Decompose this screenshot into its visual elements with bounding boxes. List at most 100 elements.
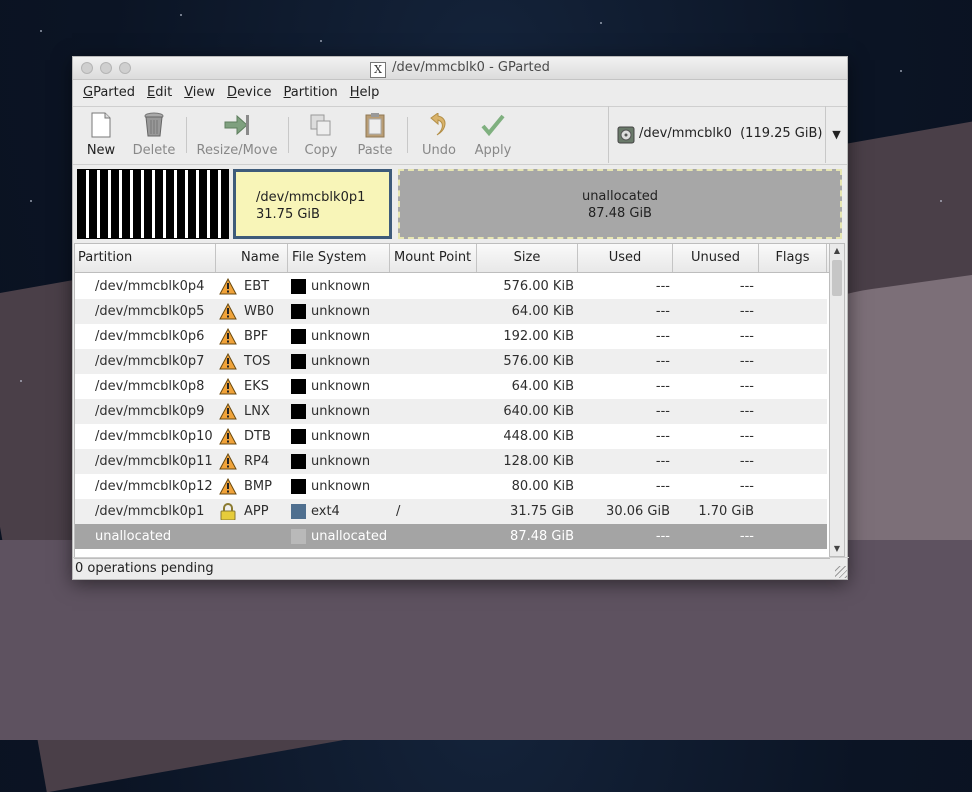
unallocated-block-name: unallocated xyxy=(581,189,659,204)
cell-size: 128.00 KiB xyxy=(503,454,574,469)
delete-button[interactable]: Delete xyxy=(129,111,179,158)
cell-partition: /dev/mmcblk0p1 xyxy=(95,504,205,519)
checkmark-icon xyxy=(471,111,515,139)
menu-bar: GParted Edit View Device Partition Help xyxy=(73,80,847,107)
status-text: 0 operations pending xyxy=(75,561,214,576)
col-flags[interactable]: Flags xyxy=(759,244,827,272)
cell-name: WB0 xyxy=(244,304,275,319)
col-mountpoint[interactable]: Mount Point xyxy=(390,244,477,272)
small-partitions-block[interactable] xyxy=(77,169,229,239)
col-filesystem[interactable]: File System xyxy=(288,244,390,272)
menu-partition[interactable]: Partition xyxy=(278,80,344,106)
cell-unused: --- xyxy=(739,279,754,294)
menu-view[interactable]: View xyxy=(178,80,221,106)
scroll-down-arrow-icon[interactable]: ▼ xyxy=(830,542,844,556)
undo-button[interactable]: Undo xyxy=(419,111,459,158)
filesystem-color-swatch xyxy=(291,429,306,444)
device-selector[interactable]: /dev/mmcblk0 (119.25 GiB) ▼ xyxy=(608,106,847,163)
cell-size: 64.00 KiB xyxy=(511,304,574,319)
table-row[interactable]: /dev/mmcblk0p5 WB0 unknown 64.00 KiB --- --- xyxy=(75,299,827,324)
col-used[interactable]: Used xyxy=(578,244,673,272)
table-row-selected[interactable]: unallocated unallocated 87.48 GiB --- --- xyxy=(75,524,827,549)
cell-filesystem: unknown xyxy=(311,404,371,419)
table-row[interactable]: /dev/mmcblk0p8 EKS unknown 64.00 KiB --- --- xyxy=(75,374,827,399)
cell-filesystem: unknown xyxy=(311,429,371,444)
cell-used: --- xyxy=(655,479,670,494)
minimize-window-button[interactable] xyxy=(100,62,112,74)
table-row[interactable]: /dev/mmcblk0p6 BPF unknown 192.00 KiB --- --- xyxy=(75,324,827,349)
cell-used: --- xyxy=(655,354,670,369)
cell-unused: --- xyxy=(739,529,754,544)
cell-partition: /dev/mmcblk0p12 xyxy=(95,479,213,494)
cell-filesystem: unknown xyxy=(311,454,371,469)
new-button[interactable]: New xyxy=(81,111,121,158)
paste-icon xyxy=(355,111,395,139)
cell-name: RP4 xyxy=(244,454,270,469)
cell-name: EBT xyxy=(244,279,270,294)
menu-device[interactable]: Device xyxy=(221,80,277,106)
copy-icon xyxy=(301,111,341,139)
cell-name: DTB xyxy=(244,429,271,444)
cell-partition: /dev/mmcblk0p4 xyxy=(95,279,205,294)
cell-unused: --- xyxy=(739,479,754,494)
unallocated-block[interactable]: unallocated 87.48 GiB xyxy=(398,169,842,239)
maximize-window-button[interactable] xyxy=(119,62,131,74)
table-row[interactable]: /dev/mmcblk0p7 TOS unknown 576.00 KiB --- --- xyxy=(75,349,827,374)
cell-unused: --- xyxy=(739,454,754,469)
cell-filesystem: unknown xyxy=(311,279,371,294)
menu-gparted[interactable]: GParted xyxy=(77,80,141,106)
filesystem-color-swatch xyxy=(291,304,306,319)
table-row[interactable]: /dev/mmcblk0p12 BMP unknown 80.00 KiB --- --- xyxy=(75,474,827,499)
col-name[interactable]: Name xyxy=(216,244,288,272)
cell-size: 576.00 KiB xyxy=(503,279,574,294)
cell-unused: --- xyxy=(739,379,754,394)
cell-mountpoint: / xyxy=(396,504,401,519)
cell-partition: /dev/mmcblk0p6 xyxy=(95,329,205,344)
cell-filesystem: unallocated xyxy=(311,529,388,544)
disk-map: /dev/mmcblk0p1 31.75 GiB unallocated 87.… xyxy=(75,169,843,239)
table-row[interactable]: /dev/mmcblk0p1 APP ext4 / 31.75 GiB 30.06 GiB… xyxy=(75,499,827,524)
col-partition[interactable]: Partition xyxy=(75,244,216,272)
x11-app-icon: X xyxy=(370,62,387,78)
cell-name: APP xyxy=(244,504,269,519)
table-row[interactable]: /dev/mmcblk0p10 DTB unknown 448.00 KiB --- --… xyxy=(75,424,827,449)
vertical-scrollbar[interactable]: ▲ ▼ xyxy=(829,243,845,557)
cell-used: --- xyxy=(655,529,670,544)
col-size[interactable]: Size xyxy=(477,244,578,272)
cell-name: BMP xyxy=(244,479,272,494)
close-window-button[interactable] xyxy=(81,62,93,74)
table-row[interactable]: /dev/mmcblk0p9 LNX unknown 640.00 KiB --- --- xyxy=(75,399,827,424)
cell-size: 576.00 KiB xyxy=(503,354,574,369)
filesystem-color-swatch xyxy=(291,354,306,369)
cell-partition: /dev/mmcblk0p8 xyxy=(95,379,205,394)
device-label: /dev/mmcblk0 (119.25 GiB) xyxy=(639,126,823,141)
partition-block-mmcblk0p1[interactable]: /dev/mmcblk0p1 31.75 GiB xyxy=(233,169,392,239)
cell-name: LNX xyxy=(244,404,270,419)
paste-button[interactable]: Paste xyxy=(355,111,395,158)
title-bar[interactable]: X/dev/mmcblk0 - GParted xyxy=(73,57,847,80)
resize-grip-icon[interactable] xyxy=(835,566,847,578)
copy-button[interactable]: Copy xyxy=(301,111,341,158)
cell-partition: unallocated xyxy=(95,529,172,544)
cell-filesystem: unknown xyxy=(311,354,371,369)
scrollbar-thumb[interactable] xyxy=(832,260,842,296)
partition-block-size: 31.75 GiB xyxy=(256,207,320,222)
scroll-up-arrow-icon[interactable]: ▲ xyxy=(830,244,844,258)
cell-partition: /dev/mmcblk0p5 xyxy=(95,304,205,319)
new-document-icon xyxy=(81,111,121,139)
col-unused[interactable]: Unused xyxy=(673,244,759,272)
cell-used: --- xyxy=(655,304,670,319)
cell-size: 80.00 KiB xyxy=(511,479,574,494)
resize-move-button[interactable]: Resize/Move xyxy=(195,111,279,158)
cell-partition: /dev/mmcblk0p7 xyxy=(95,354,205,369)
cell-size: 64.00 KiB xyxy=(511,379,574,394)
menu-help[interactable]: Help xyxy=(344,80,386,106)
table-row[interactable]: /dev/mmcblk0p4 EBT unknown 576.00 KiB --- --- xyxy=(75,274,827,299)
device-dropdown-arrow-icon[interactable]: ▼ xyxy=(825,106,847,163)
menu-edit[interactable]: Edit xyxy=(141,80,178,106)
cell-filesystem: unknown xyxy=(311,329,371,344)
apply-button[interactable]: Apply xyxy=(471,111,515,158)
table-row[interactable]: /dev/mmcblk0p11 RP4 unknown 128.00 KiB --- --… xyxy=(75,449,827,474)
cell-used: 30.06 GiB xyxy=(606,504,670,519)
cell-used: --- xyxy=(655,454,670,469)
